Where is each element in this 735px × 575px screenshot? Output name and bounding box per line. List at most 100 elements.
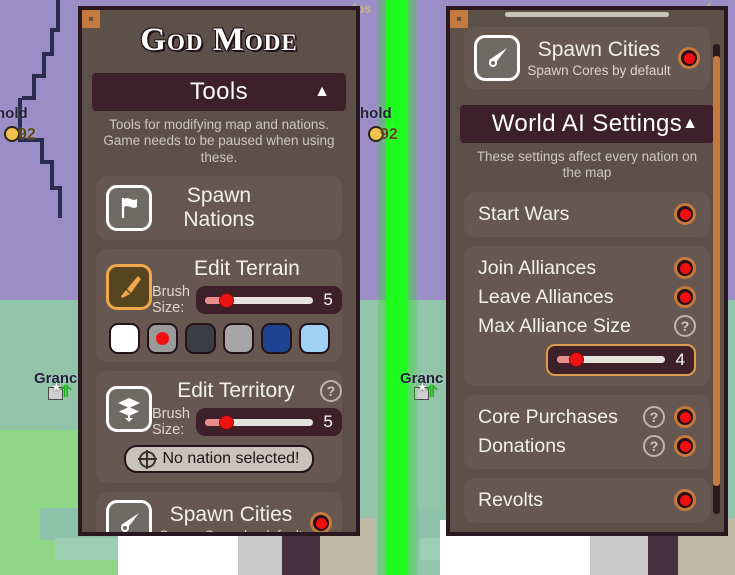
swatch-white[interactable]	[108, 323, 140, 355]
map-label-city: Granc	[400, 370, 444, 387]
slider-knob[interactable]	[568, 352, 584, 368]
spawn-nations-row: Spawn Nations	[106, 184, 332, 232]
economy-card[interactable]: Core Purchases ? Donations ?	[464, 394, 710, 469]
brush-icon[interactable]	[106, 263, 152, 310]
comet-icon[interactable]	[474, 35, 520, 81]
nation-border-segment	[22, 96, 36, 100]
max-alliance-size-slider[interactable]: 4	[546, 343, 696, 376]
edit-territory-title-row: Edit Territory ?	[152, 379, 342, 403]
nation-border-segment	[50, 30, 54, 54]
setting-row-donations[interactable]: Donations ?	[474, 432, 700, 461]
setting-label: Core Purchases	[478, 405, 618, 428]
map-beam-core	[386, 0, 408, 575]
nation-border-segment	[32, 76, 36, 98]
growth-arrow-icon: ⥣	[426, 384, 438, 401]
slider-track[interactable]	[557, 352, 665, 368]
slider-knob[interactable]	[218, 292, 234, 308]
edit-terrain-label: Edit Terrain	[194, 257, 300, 281]
flag-icon[interactable]	[106, 185, 152, 232]
comet-icon[interactable]	[106, 500, 152, 532]
territory-brush-label: Brush Size:	[152, 406, 190, 439]
spawn-cities-card[interactable]: Spawn Cities Spawn Cores by default	[96, 492, 342, 532]
help-icon[interactable]: ?	[643, 406, 665, 429]
setting-row-core-purchases[interactable]: Core Purchases ?	[474, 403, 700, 432]
panel-scrollbar-thumb[interactable]	[713, 56, 720, 486]
setting-label: Start Wars	[478, 202, 570, 225]
help-icon[interactable]: ?	[319, 380, 342, 403]
tools-section-description: Tools for modifying map and nations. Gam…	[103, 117, 335, 165]
core-purchases-toggle[interactable]	[674, 406, 696, 429]
help-icon[interactable]: ?	[643, 435, 665, 458]
setting-label: Leave Alliances	[478, 285, 614, 308]
spawn-nations-label: Spawn Nations	[183, 184, 255, 232]
setting-label: Max Alliance Size	[478, 314, 631, 337]
nation-selection-status[interactable]: No nation selected!	[124, 445, 314, 474]
crosshair-icon	[137, 449, 157, 469]
panel-corner-bottom-right	[450, 10, 468, 28]
terrain-brush-row: Brush Size: 5	[152, 284, 342, 316]
start-wars-card[interactable]: Start Wars	[464, 191, 710, 237]
setting-row-leave-alliances[interactable]: Leave Alliances	[474, 283, 700, 312]
nation-border-segment	[56, 0, 60, 30]
start-wars-toggle[interactable]	[674, 203, 696, 226]
page-title: God Mode	[140, 22, 298, 58]
terrain-brush-slider[interactable]: 5	[195, 286, 342, 315]
max-alliance-size-value: 4	[675, 349, 685, 369]
swatch-grey[interactable]	[146, 323, 178, 355]
setting-row-start-wars[interactable]: Start Wars	[474, 200, 700, 229]
nation-selection-label: No nation selected!	[162, 450, 300, 468]
swatch-light-grey[interactable]	[222, 323, 254, 355]
spawn-cities-label: Spawn Cities	[537, 38, 661, 61]
edit-terrain-row: Edit Terrain Brush Size: 5	[106, 257, 342, 316]
help-icon[interactable]: ?	[674, 315, 696, 338]
god-mode-panel[interactable]: God Mode Tools ▲ Tools for modifying map…	[78, 6, 360, 536]
map-label-city: Granc	[34, 370, 78, 387]
tools-section-label: Tools	[189, 78, 249, 105]
setting-row-join-alliances[interactable]: Join Alliances	[474, 254, 700, 283]
tools-section-header[interactable]: Tools ▲	[92, 73, 346, 111]
edit-terrain-card[interactable]: Edit Terrain Brush Size: 5	[96, 249, 342, 363]
nation-border-segment	[50, 162, 54, 188]
revolts-card[interactable]: Revolts	[464, 477, 710, 523]
alliances-card[interactable]: Join Alliances Leave Alliances Max Allia…	[464, 245, 710, 386]
map-label-nation: hold	[360, 105, 392, 122]
world-ai-panel[interactable]: Spawn Cities Spawn Cores by default Worl…	[446, 6, 728, 536]
chevron-up-icon[interactable]: ▲	[314, 83, 330, 101]
spawn-cores-toggle[interactable]	[678, 47, 700, 69]
layers-down-icon[interactable]	[106, 385, 152, 432]
nation-border-segment	[40, 140, 44, 162]
chevron-up-icon[interactable]: ▲	[682, 115, 698, 133]
growth-arrow-icon: ⥣	[60, 384, 72, 401]
spawn-cities-sublabel: Spawn Cores by default	[152, 528, 310, 532]
leave-alliances-toggle[interactable]	[674, 286, 696, 309]
setting-row-max-alliance-size[interactable]: Max Alliance Size ?	[474, 312, 700, 341]
spawn-cities-sublabel: Spawn Cores by default	[527, 63, 671, 78]
territory-brush-slider[interactable]: 5	[195, 408, 342, 437]
edit-territory-label: Edit Territory	[177, 379, 295, 403]
slider-track[interactable]	[204, 292, 313, 308]
god-mode-panel-body: God Mode Tools ▲ Tools for modifying map…	[82, 10, 356, 532]
setting-row-revolts[interactable]: Revolts	[474, 486, 700, 515]
edit-territory-card[interactable]: Edit Territory ? Brush Size: 5 No nation…	[96, 371, 342, 484]
nation-border-segment	[42, 54, 46, 76]
edit-territory-body: Edit Territory ? Brush Size: 5	[152, 379, 342, 438]
swatch-dark-blue[interactable]	[260, 323, 292, 355]
spawn-cores-toggle[interactable]	[310, 512, 332, 532]
world-ai-panel-body: Spawn Cities Spawn Cores by default Worl…	[450, 10, 724, 532]
swatch-light-blue[interactable]	[298, 323, 330, 355]
slider-track[interactable]	[204, 414, 313, 430]
join-alliances-toggle[interactable]	[674, 257, 696, 280]
slider-knob[interactable]	[218, 414, 234, 430]
panel-scrollbar[interactable]	[713, 44, 720, 514]
swatch-dark[interactable]	[184, 323, 216, 355]
world-ai-section-header[interactable]: World AI Settings ▲	[460, 105, 714, 143]
revolts-toggle[interactable]	[674, 489, 696, 512]
panel-scroll-indicator	[505, 12, 669, 17]
spawn-nations-card[interactable]: Spawn Nations	[96, 176, 342, 241]
spawn-cities-label: Spawn Cities	[169, 503, 293, 527]
spawn-cities-card[interactable]: Spawn Cities Spawn Cores by default	[464, 27, 710, 89]
map-label-value: 92	[380, 126, 398, 143]
map-label-nation: hold	[0, 105, 28, 122]
panel-corner-bottom-right	[82, 10, 100, 28]
donations-toggle[interactable]	[674, 435, 696, 458]
